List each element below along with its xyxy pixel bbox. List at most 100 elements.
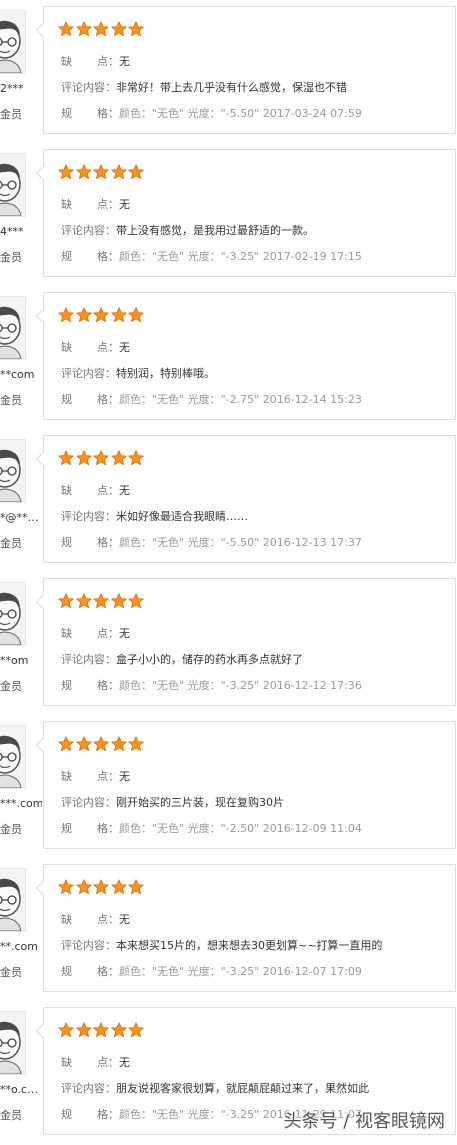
star-icon <box>75 450 92 466</box>
review-item: 4*** 金员 缺点：无 评论内容：带上没有感觉，是我用过最舒适的一款。 规格：… <box>0 145 457 287</box>
star-icon <box>110 879 127 895</box>
rating-stars <box>58 593 146 609</box>
user-avatar[interactable] <box>0 439 26 503</box>
star-icon <box>93 736 109 752</box>
star-icon <box>128 450 144 466</box>
star-icon <box>75 164 92 180</box>
review-item: **com 金员 缺点：无 评论内容：特别润，特别棒哦。 规格：颜色："无色" … <box>0 288 457 430</box>
card-pointer <box>35 308 51 324</box>
spec-value: 颜色："无色" 光度："-5.50" 2016-12-13 17:37 <box>119 536 362 549</box>
card-pointer <box>35 22 51 38</box>
star-icon <box>128 736 144 752</box>
star-icon <box>58 593 74 609</box>
user-name[interactable]: *@**… <box>0 511 42 524</box>
user-avatar[interactable] <box>0 1011 26 1075</box>
user-name[interactable]: ***.com <box>0 797 42 810</box>
content-label: 评论内容： <box>61 796 116 809</box>
content-value: 带上没有感觉，是我用过最舒适的一款。 <box>116 224 314 237</box>
cons-value: 无 <box>119 1056 130 1069</box>
spec-label: 规格： <box>61 393 119 406</box>
review-item: **.com 金员 缺点：无 评论内容：本来想买15片的，想来想去30更划算~~… <box>0 860 457 1002</box>
content-row: 评论内容：带上没有感觉，是我用过最舒适的一款。 <box>61 222 314 238</box>
content-label: 评论内容： <box>61 1082 116 1095</box>
star-icon <box>58 450 74 466</box>
star-icon <box>128 307 144 323</box>
content-value: 本来想买15片的，想来想去30更划算~~打算一直用的 <box>116 939 383 952</box>
cons-label: 缺点： <box>61 1056 119 1069</box>
review-item: 2*** 金员 缺点：无 评论内容：非常好！带上去几乎没有什么感觉，保湿也不错 … <box>0 2 457 144</box>
star-icon <box>93 1022 109 1038</box>
cons-value: 无 <box>119 341 130 354</box>
content-label: 评论内容： <box>61 367 116 380</box>
content-label: 评论内容： <box>61 224 116 237</box>
cons-row: 缺点：无 <box>61 1054 130 1070</box>
star-icon <box>75 1022 92 1038</box>
content-row: 评论内容：非常好！带上去几乎没有什么感觉，保湿也不错 <box>61 79 347 95</box>
cons-label: 缺点： <box>61 627 119 640</box>
user-avatar[interactable] <box>0 10 26 74</box>
user-name[interactable]: **com <box>0 368 42 381</box>
user-name[interactable]: **om <box>0 654 42 667</box>
content-value: 非常好！带上去几乎没有什么感觉，保湿也不错 <box>116 81 347 94</box>
spec-row: 规格：颜色："无色" 光度："-5.50" 2016-12-13 17:37 <box>61 534 362 550</box>
star-icon <box>110 164 127 180</box>
star-icon <box>75 736 92 752</box>
star-icon <box>93 21 109 37</box>
star-icon <box>58 21 74 37</box>
user-avatar[interactable] <box>0 725 26 789</box>
user-avatar[interactable] <box>0 153 26 217</box>
spec-value: 颜色："无色" 光度："-3.25" 2016-12-07 17:09 <box>119 965 362 978</box>
spec-label: 规格： <box>61 250 119 263</box>
content-row: 评论内容：本来想买15片的，想来想去30更划算~~打算一直用的 <box>61 937 382 953</box>
review-card: 缺点：无 评论内容：特别润，特别棒哦。 规格：颜色："无色" 光度："-2.75… <box>35 292 456 420</box>
star-icon <box>93 593 109 609</box>
spec-value: 颜色："无色" 光度："-3.25" 2017-02-19 17:15 <box>119 250 362 263</box>
cons-row: 缺点：无 <box>61 625 130 641</box>
user-avatar[interactable] <box>0 582 26 646</box>
user-level: 金员 <box>0 680 22 693</box>
user-name[interactable]: 4*** <box>0 225 42 238</box>
star-icon <box>128 879 144 895</box>
star-icon <box>110 1022 127 1038</box>
user-avatar[interactable] <box>0 296 26 360</box>
star-icon <box>110 736 127 752</box>
star-icon <box>110 450 127 466</box>
content-value: 盒子小小的，储存的药水再多点就好了 <box>116 653 303 666</box>
cons-value: 无 <box>119 913 130 926</box>
user-name[interactable]: **o.c… <box>0 1083 42 1096</box>
star-icon <box>58 307 74 323</box>
user-level: 金员 <box>0 537 22 550</box>
cons-label: 缺点： <box>61 484 119 497</box>
star-icon <box>128 1022 144 1038</box>
cons-row: 缺点：无 <box>61 339 130 355</box>
cons-row: 缺点：无 <box>61 196 130 212</box>
cons-value: 无 <box>119 198 130 211</box>
card-pointer <box>35 594 51 610</box>
review-card: 缺点：无 评论内容：带上没有感觉，是我用过最舒适的一款。 规格：颜色："无色" … <box>35 149 456 277</box>
cons-row: 缺点：无 <box>61 482 130 498</box>
rating-stars <box>58 164 146 180</box>
star-icon <box>58 164 74 180</box>
user-level: 金员 <box>0 394 22 407</box>
spec-value: 颜色："无色" 光度："-2.75" 2016-12-14 15:23 <box>119 393 362 406</box>
review-item: ***.com 金员 缺点：无 评论内容：刚开始买的三片装，现在复购30片 规格… <box>0 717 457 859</box>
rating-stars <box>58 736 146 752</box>
content-row: 评论内容：特别润，特别棒哦。 <box>61 365 215 381</box>
user-name[interactable]: **.com <box>0 940 42 953</box>
star-icon <box>93 879 109 895</box>
content-value: 朋友说视客家很划算，就屁颠屁颠过来了，果然如此 <box>116 1082 369 1095</box>
star-icon <box>93 164 109 180</box>
content-label: 评论内容： <box>61 510 116 523</box>
user-avatar[interactable] <box>0 868 26 932</box>
user-name[interactable]: 2*** <box>0 82 42 95</box>
star-icon <box>128 164 144 180</box>
spec-label: 规格： <box>61 822 119 835</box>
review-item: *@**… 金员 缺点：无 评论内容：米如好像最适合我眼睛…… 规格：颜色："无… <box>0 431 457 573</box>
star-icon <box>110 307 127 323</box>
spec-label: 规格： <box>61 536 119 549</box>
rating-stars <box>58 450 146 466</box>
card-pointer <box>35 1023 51 1039</box>
star-icon <box>75 21 92 37</box>
review-card: 缺点：无 评论内容：米如好像最适合我眼睛…… 规格：颜色："无色" 光度："-5… <box>35 435 456 563</box>
content-value: 特别润，特别棒哦。 <box>116 367 215 380</box>
